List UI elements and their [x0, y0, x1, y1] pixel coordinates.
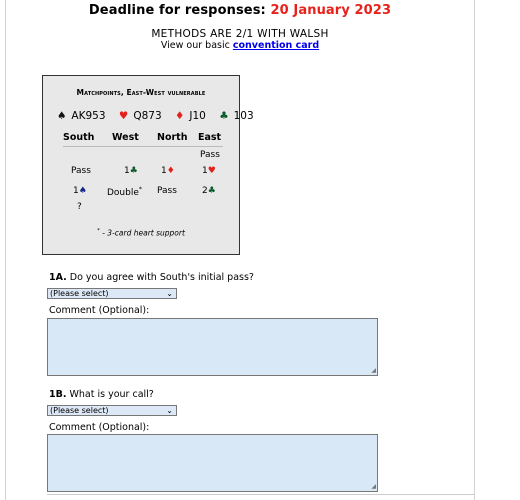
bid-south-1: Pass — [71, 166, 91, 176]
comment-label-1a: Comment (Optional): — [49, 305, 150, 316]
deadline-line: Deadline for responses: 20 January 2023 — [6, 3, 474, 18]
basic-text: View our basic — [160, 40, 230, 51]
problem-title: Matchpoints, East-West vulnerable — [76, 88, 206, 97]
chevron-down-icon: ⌄ — [166, 406, 173, 415]
auction-header-north: North — [157, 132, 188, 143]
chevron-down-icon: ⌄ — [166, 289, 173, 298]
diamond-holding: ♦ J10 — [174, 110, 206, 122]
comment-textarea-1b[interactable]: ◢ — [47, 434, 378, 492]
methods-text: METHODS ARE 2/1 WITH WALSH — [151, 28, 329, 40]
heart-icon: ♥ — [207, 166, 216, 176]
comment-label-1b: Comment (Optional): — [49, 422, 150, 433]
diamond-icon: ♦ — [174, 110, 185, 122]
diamond-icon: ♦ — [166, 166, 175, 176]
resize-grip-icon[interactable]: ◢ — [371, 367, 376, 374]
deadline-label: Deadline for responses: — [88, 3, 266, 18]
bid-east-1: 1♥ — [202, 166, 216, 176]
club-icon: ♣ — [207, 186, 216, 196]
deadline-date: 20 January 2023 — [270, 3, 392, 18]
comment-textarea-1a[interactable]: ◢ — [47, 318, 378, 376]
south-hand: ♠ AK953 ♥ Q873 ♦ J10 ♣ 103 — [57, 110, 264, 122]
page-container: Deadline for responses: 20 January 2023 … — [5, 0, 475, 500]
resize-grip-icon[interactable]: ◢ — [371, 483, 376, 490]
bid-east-2: 2♣ — [202, 186, 216, 196]
heart-holding: ♥ Q873 — [118, 110, 162, 122]
bid-west-2: Double* — [107, 186, 142, 198]
spade-icon: ♠ — [78, 186, 87, 196]
club-icon: ♣ — [219, 110, 229, 122]
convention-card-link[interactable]: convention card — [233, 40, 319, 51]
spade-icon: ♠ — [57, 110, 67, 122]
bid-north-1: 1♦ — [161, 166, 175, 176]
auction-header-east: East — [198, 132, 222, 143]
bottom-divider — [47, 494, 475, 495]
bid-east-opening: Pass — [200, 150, 220, 160]
select-1a[interactable]: (Please select) ⌄ — [47, 288, 177, 299]
bid-south-2: 1♠ — [73, 186, 87, 196]
bid-north-2: Pass — [157, 186, 177, 196]
auction-header-west: West — [112, 132, 139, 143]
bid-south-question: ? — [77, 202, 82, 212]
auction-header-south: South — [63, 132, 95, 143]
spade-holding: ♠ AK953 — [57, 110, 106, 122]
footnote: * - 3-card heart support — [97, 228, 185, 238]
select-1b[interactable]: (Please select) ⌄ — [47, 405, 177, 416]
question-1a: 1A. Do you agree with South's initial pa… — [49, 272, 254, 283]
question-1b: 1B. What is your call? — [49, 389, 154, 400]
club-icon: ♣ — [129, 166, 138, 176]
heart-icon: ♥ — [118, 110, 129, 122]
club-holding: ♣ 103 — [219, 110, 254, 122]
convention-card-line: View our basic convention card — [6, 40, 474, 51]
bid-west-1: 1♣ — [124, 166, 138, 176]
problem-box: Matchpoints, East-West vulnerable ♠ AK953… — [42, 75, 254, 255]
auction-rule — [63, 146, 223, 147]
